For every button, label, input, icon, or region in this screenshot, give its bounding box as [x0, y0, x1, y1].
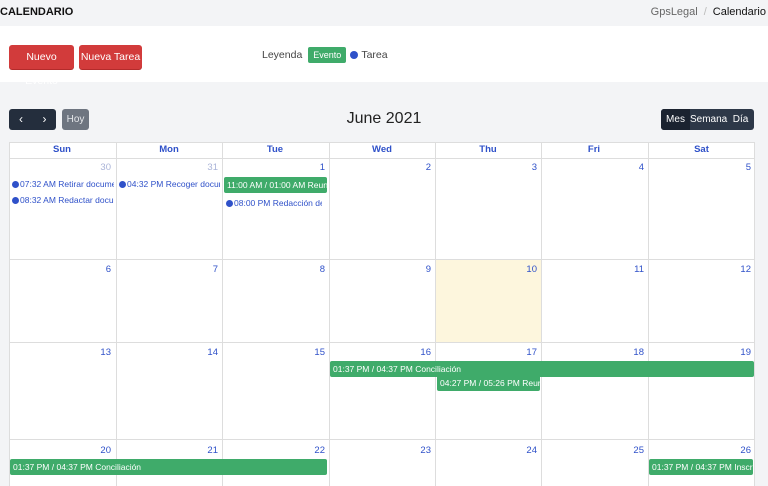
day-number[interactable]: 17	[435, 347, 537, 358]
weekday-header: Thu	[479, 144, 497, 155]
weekday-header: Sat	[694, 144, 709, 155]
grid-line	[116, 142, 117, 486]
breadcrumb-home[interactable]: GpsLegal	[651, 6, 698, 18]
day-number[interactable]: 18	[541, 347, 644, 358]
day-number[interactable]: 20	[9, 445, 111, 456]
breadcrumb-current: Calendario	[712, 6, 766, 18]
grid-line	[541, 142, 542, 486]
calendar-task[interactable]: 07:32 AM Retirar documentos	[12, 178, 114, 190]
weekday-header: Wed	[372, 144, 392, 155]
task-dot-icon	[226, 199, 233, 207]
day-number[interactable]: 4	[541, 162, 644, 173]
weekday-header: Mon	[159, 144, 179, 155]
view-switcher: Mes Semana Día	[661, 109, 754, 130]
day-number[interactable]: 25	[541, 445, 644, 456]
day-number[interactable]: 8	[222, 264, 325, 275]
day-number[interactable]: 23	[329, 445, 431, 456]
view-month-button[interactable]: Mes	[661, 109, 690, 130]
calendar-task[interactable]: 08:00 PM Redacción de contrato	[226, 197, 322, 209]
grid-line	[9, 142, 10, 486]
view-day-button[interactable]: Día	[727, 109, 754, 130]
actions-panel: Nuevo Evento Nueva Tarea Leyenda Evento …	[0, 26, 768, 87]
day-number[interactable]: 19	[648, 347, 751, 358]
page-title: CALENDARIO	[0, 6, 74, 18]
grid-line	[222, 142, 223, 486]
grid-line	[9, 439, 755, 440]
month-title: June 2021	[346, 110, 422, 127]
task-label: 08:32 AM Redactar documento	[20, 195, 114, 205]
task-dot-icon	[12, 180, 19, 188]
month-grid: Sun Mon Tue Wed Thu Fri Sat 30 31 1 2 3 …	[9, 142, 755, 486]
breadcrumb-separator: /	[703, 6, 707, 18]
day-number[interactable]: 13	[9, 347, 111, 358]
calendar-event[interactable]: 01:37 PM / 04:37 PM Conciliación	[10, 459, 327, 475]
task-label: 08:00 PM Redacción de contrato	[234, 198, 322, 208]
day-number[interactable]: 16	[329, 347, 431, 358]
task-label: 07:32 AM Retirar documentos	[20, 179, 114, 189]
new-event-button[interactable]: Nuevo Evento	[9, 45, 74, 87]
calendar-task[interactable]: 04:32 PM Recoger documentos	[119, 178, 220, 190]
day-number[interactable]: 3	[435, 162, 537, 173]
day-number[interactable]: 21	[116, 445, 218, 456]
grid-line	[9, 158, 755, 159]
day-number[interactable]: 31	[116, 162, 218, 173]
day-number[interactable]: 5	[648, 162, 751, 173]
grid-line	[9, 142, 755, 143]
legend: Leyenda Evento Tarea	[262, 47, 388, 63]
day-number[interactable]: 11	[541, 264, 644, 275]
calendar-task[interactable]: 08:32 AM Redactar documento	[12, 194, 114, 206]
weekday-header: Sun	[53, 144, 71, 155]
breadcrumb: GpsLegal / Calendario	[651, 6, 766, 18]
day-number[interactable]: 10	[435, 264, 537, 275]
day-number[interactable]: 24	[435, 445, 537, 456]
day-number[interactable]: 1	[222, 162, 325, 173]
legend-task-label: Tarea	[361, 49, 388, 61]
day-number[interactable]: 14	[116, 347, 218, 358]
task-dot-icon	[119, 180, 126, 188]
calendar-event[interactable]: 11:00 AM / 01:00 AM Reunion	[224, 177, 327, 193]
day-number[interactable]: 22	[222, 445, 325, 456]
legend-task-dot-icon	[350, 51, 359, 59]
calendar-event[interactable]: 01:37 PM / 04:37 PM Inscripción	[649, 459, 753, 475]
grid-line	[435, 142, 436, 486]
day-number[interactable]: 9	[329, 264, 431, 275]
task-label: 04:32 PM Recoger documentos	[127, 179, 220, 189]
day-number[interactable]: 15	[222, 347, 325, 358]
task-dot-icon	[12, 196, 19, 204]
weekday-header: Fri	[587, 144, 601, 155]
day-number[interactable]: 30	[9, 162, 111, 173]
new-task-button[interactable]: Nueva Tarea	[79, 45, 142, 69]
calendar-toolbar: ‹ › Hoy June 2021 Mes Semana Día	[0, 109, 768, 131]
day-number[interactable]: 6	[9, 264, 111, 275]
grid-line	[648, 142, 649, 486]
grid-line	[329, 142, 330, 486]
calendar-event[interactable]: 04:27 PM / 05:26 PM Reunión	[437, 375, 540, 391]
calendar-event[interactable]: 01:37 PM / 04:37 PM Conciliación	[330, 361, 754, 377]
weekday-header: Tue	[266, 144, 284, 155]
view-week-button[interactable]: Semana	[690, 109, 727, 130]
legend-event-badge: Evento	[308, 47, 347, 63]
grid-line	[754, 142, 755, 486]
day-number[interactable]: 7	[116, 264, 218, 275]
day-number[interactable]: 26	[648, 445, 751, 456]
grid-line	[9, 259, 755, 260]
day-number[interactable]: 2	[329, 162, 431, 173]
day-number[interactable]: 12	[648, 264, 751, 275]
grid-line	[9, 342, 755, 343]
top-bar: CALENDARIO GpsLegal / Calendario	[0, 0, 768, 26]
legend-label: Leyenda	[262, 49, 303, 61]
